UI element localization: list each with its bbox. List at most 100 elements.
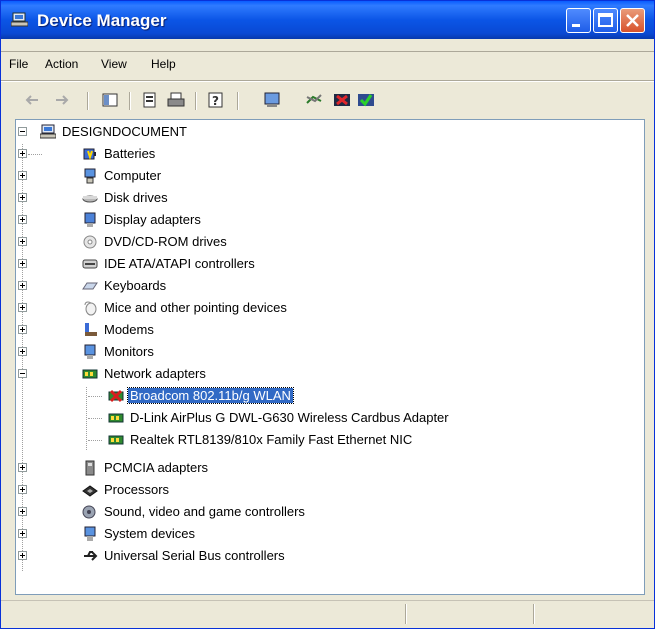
collapse-icon[interactable] [18, 369, 27, 378]
expand-icon[interactable] [18, 485, 27, 494]
expand-icon[interactable] [18, 193, 27, 202]
expand-icon[interactable] [18, 281, 27, 290]
tree-item-label: Modems [104, 322, 154, 337]
expand-icon[interactable] [18, 303, 27, 312]
tree-item-label: Network adapters [104, 366, 206, 381]
tree-item-label: Processors [104, 482, 170, 497]
tree-item-modems[interactable]: Modems [18, 320, 618, 342]
tree-item-dvd-drives[interactable]: DVD/CD-ROM drives [18, 232, 618, 254]
tree-child-dlink[interactable]: D-Link AirPlus G DWL-G630 Wireless Cardb… [18, 408, 618, 430]
sound-icon [82, 505, 96, 519]
tree-item-display-adapters[interactable]: Display adapters [18, 210, 618, 232]
disable-device-icon[interactable] [333, 91, 351, 109]
toolbar-separator [237, 92, 239, 110]
expand-icon[interactable] [18, 215, 27, 224]
mouse-icon [84, 301, 97, 316]
toolbar-separator [87, 92, 89, 110]
title-bar[interactable]: Device Manager [1, 1, 654, 39]
svg-text:?: ? [212, 94, 219, 108]
keyboard-icon [82, 282, 98, 290]
tree-item-label: Keyboards [104, 278, 167, 293]
device-manager-window: Device Manager File Action View Help ? D… [0, 0, 655, 629]
network-adapter-disabled-icon [108, 389, 124, 403]
maximize-button[interactable] [593, 8, 618, 33]
battery-icon [83, 148, 96, 161]
expand-icon[interactable] [18, 463, 27, 472]
computer-icon [84, 168, 96, 184]
tree-item-processors[interactable]: Processors [18, 480, 618, 502]
expand-icon[interactable] [18, 149, 27, 158]
menubar-top-divider [1, 51, 654, 52]
expand-icon[interactable] [18, 171, 27, 180]
display-adapter-icon [84, 212, 96, 227]
tree-item-label: System devices [104, 526, 196, 541]
tree-item-network-adapters[interactable]: Network adapters [18, 364, 618, 386]
tree-root[interactable]: DESIGNDOCUMENT [18, 122, 618, 144]
tree-item-mice[interactable]: Mice and other pointing devices [18, 298, 618, 320]
forward-icon[interactable] [53, 91, 71, 109]
expand-icon[interactable] [18, 347, 27, 356]
tree-item-label: Mice and other pointing devices [104, 300, 287, 315]
tree-child-broadcom[interactable]: Broadcom 802.11b/g WLAN [18, 386, 618, 408]
toolbar-separator [129, 92, 131, 110]
tree-item-label: D-Link AirPlus G DWL-G630 Wireless Cardb… [130, 410, 449, 425]
tree-item-label: Batteries [104, 146, 156, 161]
tree-item-ide-controllers[interactable]: IDE ATA/ATAPI controllers [18, 254, 618, 276]
tree-child-realtek[interactable]: Realtek RTL8139/810x Family Fast Etherne… [18, 430, 618, 452]
minimize-button[interactable] [566, 8, 591, 33]
disk-drive-icon [82, 195, 98, 203]
expand-icon[interactable] [18, 507, 27, 516]
expand-icon[interactable] [18, 551, 27, 560]
tree-item-batteries[interactable]: Batteries [18, 144, 618, 166]
expand-icon[interactable] [18, 259, 27, 268]
scan-hardware-changes-icon[interactable] [263, 91, 281, 109]
tree-item-sound[interactable]: Sound, video and game controllers [18, 502, 618, 524]
tree-item-disk-drives[interactable]: Disk drives [18, 188, 618, 210]
expand-icon[interactable] [18, 237, 27, 246]
tree-item-label: IDE ATA/ATAPI controllers [104, 256, 255, 271]
tree-item-label: PCMCIA adapters [104, 460, 209, 475]
menu-action[interactable]: Action [45, 57, 78, 71]
tree-item-label: Display adapters [104, 212, 201, 227]
close-button[interactable] [620, 8, 645, 33]
status-separator [405, 604, 407, 624]
update-driver-icon[interactable] [305, 91, 323, 109]
expand-icon[interactable] [18, 529, 27, 538]
network-adapter-icon [108, 435, 124, 445]
menu-view[interactable]: View [101, 57, 127, 71]
computer-root-icon [40, 124, 56, 139]
expand-icon[interactable] [18, 325, 27, 334]
tree-item-label: Realtek RTL8139/810x Family Fast Etherne… [130, 432, 413, 447]
print-icon[interactable] [167, 91, 185, 109]
collapse-icon[interactable] [18, 127, 27, 136]
tree-item-label: Computer [104, 168, 162, 183]
toolbar: ? [1, 87, 654, 115]
minimize-icon [572, 24, 580, 27]
tree-item-label: DVD/CD-ROM drives [104, 234, 227, 249]
tree-item-label: Sound, video and game controllers [104, 504, 305, 519]
menu-file[interactable]: File [9, 57, 28, 71]
tree-item-system-devices[interactable]: System devices [18, 524, 618, 546]
tree-item-pcmcia[interactable]: PCMCIA adapters [18, 458, 618, 480]
uninstall-device-icon[interactable] [357, 91, 375, 109]
tree-item-computer[interactable]: Computer [18, 166, 618, 188]
modem-icon [85, 323, 97, 336]
toolbar-separator [195, 92, 197, 110]
monitor-icon [84, 344, 96, 359]
toolbar-top-highlight [1, 81, 654, 82]
help-icon[interactable]: ? [207, 91, 225, 109]
tree-item-label: Disk drives [104, 190, 168, 205]
tree-item-usb[interactable]: Universal Serial Bus controllers [18, 546, 618, 568]
tree-item-label: Universal Serial Bus controllers [104, 548, 285, 563]
network-adapter-icon [108, 413, 124, 423]
pcmcia-icon [85, 460, 95, 476]
dvd-drive-icon [83, 235, 97, 249]
properties-icon[interactable] [141, 91, 159, 109]
menu-help[interactable]: Help [151, 57, 176, 71]
back-icon[interactable] [23, 91, 41, 109]
network-adapter-icon [82, 369, 98, 379]
tree-item-monitors[interactable]: Monitors [18, 342, 618, 364]
tree-item-keyboards[interactable]: Keyboards [18, 276, 618, 298]
show-hide-console-tree-icon[interactable] [101, 91, 119, 109]
device-tree[interactable]: DESIGNDOCUMENT Batteries Computer Disk d… [15, 119, 645, 595]
